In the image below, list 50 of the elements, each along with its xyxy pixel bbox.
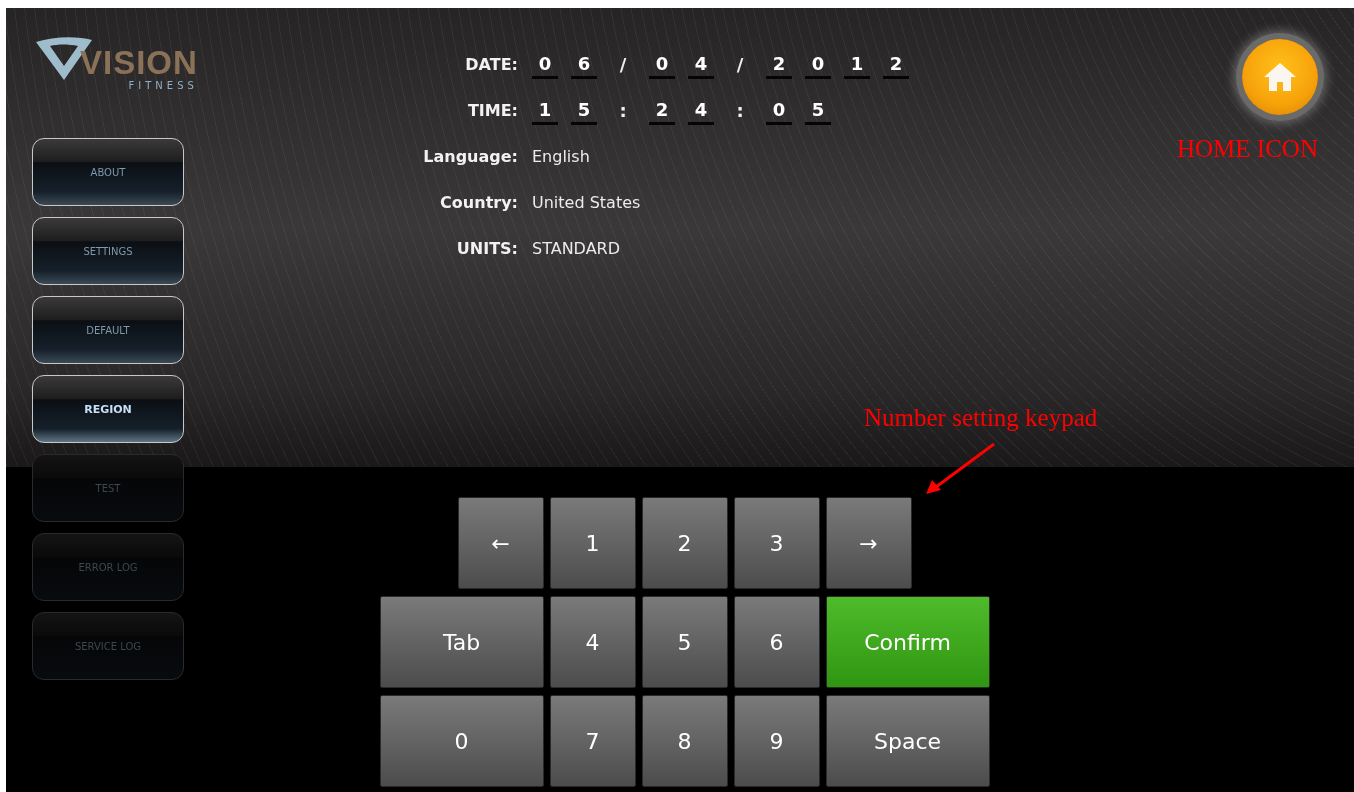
separator: : [735, 99, 745, 123]
brand-tagline: FITNESS [128, 80, 198, 92]
keypad-key[interactable]: 2 [641, 497, 728, 589]
annotation-arrow [924, 442, 996, 496]
field-label: Country: [440, 192, 518, 214]
separator: : [618, 99, 628, 123]
digit-field[interactable]: 0 [649, 51, 675, 79]
digit-field[interactable]: 1 [532, 97, 558, 125]
digit-field[interactable]: 2 [883, 51, 909, 79]
field-label: DATE: [465, 54, 518, 76]
keypad-key[interactable]: 9 [733, 695, 820, 787]
digit-field[interactable]: 5 [571, 97, 597, 125]
field-label: Language: [423, 146, 518, 168]
digit-field[interactable]: 2 [649, 97, 675, 125]
field-value: English [532, 146, 590, 168]
keypad-key[interactable]: ← [457, 497, 544, 589]
keypad-key[interactable]: 1 [549, 497, 636, 589]
digit-field[interactable]: 2 [766, 51, 792, 79]
field-label: UNITS: [456, 238, 518, 260]
sidebar-item[interactable]: SETTINGS [32, 217, 184, 285]
digit-field[interactable]: 5 [805, 97, 831, 125]
keypad-key[interactable]: 8 [641, 695, 728, 787]
field-label: TIME: [467, 100, 518, 122]
keypad-key[interactable]: → [825, 497, 912, 589]
keypad-key[interactable]: 0 [379, 695, 544, 787]
separator: / [618, 53, 628, 77]
digit-field[interactable]: 0 [805, 51, 831, 79]
sidebar-item[interactable]: REGION [32, 375, 184, 443]
field-value: United States [532, 192, 641, 214]
keypad-key[interactable]: 4 [549, 596, 636, 688]
brand-name: VISION [80, 46, 198, 80]
field-value: STANDARD [532, 238, 621, 260]
digit-field[interactable]: 1 [844, 51, 870, 79]
annotation-label: Number setting keypad [864, 404, 1098, 432]
digit-field[interactable]: 6 [571, 51, 597, 79]
keypad-key[interactable]: Tab [379, 596, 544, 688]
keypad-key[interactable]: Space [825, 695, 990, 787]
keypad-key[interactable]: 5 [641, 596, 728, 688]
digit-field[interactable]: 4 [688, 97, 714, 125]
digit-field[interactable]: 0 [532, 51, 558, 79]
digit-field[interactable]: 0 [766, 97, 792, 125]
sidebar-item[interactable]: DEFAULT [32, 296, 184, 364]
separator: / [735, 53, 745, 77]
sidebar-item[interactable]: ABOUT [32, 138, 184, 206]
annotation-label: HOME ICON [1177, 135, 1318, 163]
home-icon [1262, 61, 1298, 93]
keypad-key[interactable]: 7 [549, 695, 636, 787]
keypad-key[interactable]: 6 [733, 596, 820, 688]
digit-field[interactable]: 4 [688, 51, 714, 79]
keypad-key[interactable]: 3 [733, 497, 820, 589]
